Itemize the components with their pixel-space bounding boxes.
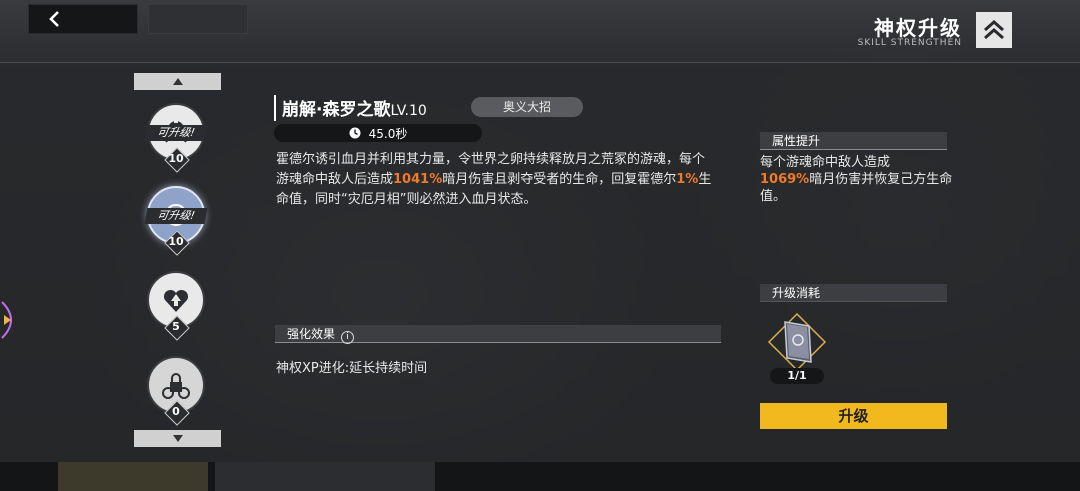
skill-slot[interactable]: 5 <box>147 271 209 341</box>
bottom-strip <box>0 462 1080 491</box>
skill-level-badge: 0 <box>164 400 190 426</box>
skill-book-icon[interactable] <box>767 312 827 372</box>
skill-level: LV.10 <box>390 103 427 119</box>
skill-level-badge: 5 <box>164 315 190 341</box>
attribute-section-header: 属性提升 <box>760 132 947 150</box>
side-drawer-arrow-icon[interactable] <box>0 300 16 340</box>
cooldown-value: 45.0秒 <box>368 126 408 141</box>
skill-list: 可升级! 10 可升级! 10 5 0 <box>134 73 221 448</box>
skill-strengthen-icon <box>976 12 1012 48</box>
skill-header: 崩解·森罗之歌LV.10 <box>274 95 427 121</box>
skill-slot[interactable]: 可升级! 10 <box>144 103 209 173</box>
enhance-section-header: 强化效果 i <box>275 325 721 344</box>
skill-level-badge: 10 <box>164 147 190 173</box>
enhance-effect: 神权XP进化:延长持续时间 <box>276 361 428 376</box>
caret-up-icon <box>172 78 183 85</box>
upgradable-tag: 可升级! <box>144 125 208 141</box>
scroll-down-button[interactable] <box>134 430 221 447</box>
bottom-tab[interactable] <box>58 462 208 491</box>
cost-section-header: 升级消耗 <box>760 284 947 302</box>
scroll-up-button[interactable] <box>134 73 221 90</box>
back-arrow-icon <box>49 11 59 27</box>
caret-down-icon <box>172 435 183 442</box>
info-icon[interactable]: i <box>341 331 355 344</box>
back-button[interactable] <box>28 4 138 34</box>
bottom-tab[interactable] <box>215 462 435 491</box>
skill-description: 霍德尔诱引血月并利用其力量，令世界之卵持续释放月之荒冢的游魂，每个游魂命中敌人后… <box>276 152 712 207</box>
skill-name: 崩解·森罗之歌 <box>282 100 391 120</box>
upgrade-button[interactable]: 升级 <box>760 403 947 429</box>
top-bar: 神权升级 SKILL STRENGTHEN <box>0 0 1080 62</box>
skill-type-badge: 奥义大招 <box>471 97 583 117</box>
home-button[interactable] <box>148 4 248 34</box>
item-count: 1/1 <box>770 368 824 384</box>
clock-icon <box>349 127 361 139</box>
upgradable-tag: 可升级! <box>144 208 208 224</box>
cooldown-bar: 45.0秒 <box>274 124 482 142</box>
page-title: 神权升级 <box>874 16 962 40</box>
page-subtitle: SKILL STRENGTHEN <box>857 38 962 48</box>
skill-slot-locked[interactable]: 0 <box>147 356 209 426</box>
skill-level-badge: 10 <box>164 230 190 256</box>
skill-slot-selected[interactable]: 可升级! 10 <box>144 186 209 256</box>
attribute-description: 每个游魂命中敌人造成 1069%暗月伤害并恢复己方生命值。 <box>760 155 953 204</box>
